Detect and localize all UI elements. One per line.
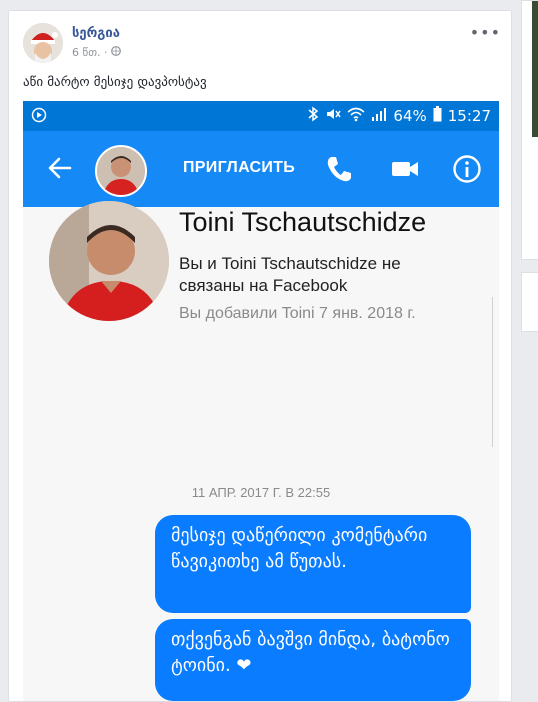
message-bubble[interactable]: თქვენგან ბავშვი მინდა, ბატონო ტოინი. ❤ xyxy=(155,619,471,701)
contact-avatar[interactable] xyxy=(95,145,147,197)
sidebar-thumbnail xyxy=(532,1,538,137)
post-text: აწი მარტო მესიჯე დავპოსტავ xyxy=(23,75,207,90)
messenger-header: ПРИГЛАСИТЬ xyxy=(23,131,499,207)
author-avatar[interactable] xyxy=(23,23,63,63)
clock-time: 15:27 xyxy=(447,107,491,125)
messenger-notification-icon xyxy=(31,107,47,127)
back-arrow-icon[interactable] xyxy=(45,153,75,183)
messenger-screenshot[interactable]: 64% 15:27 ПРИГЛАСИТЬ Toini Tschautschidz… xyxy=(23,101,499,701)
info-icon[interactable] xyxy=(451,153,483,185)
battery-percent: 64% xyxy=(393,107,427,125)
bluetooth-icon xyxy=(307,106,319,126)
mute-icon xyxy=(325,106,342,126)
battery-icon xyxy=(433,106,442,126)
phone-call-icon[interactable] xyxy=(323,153,355,185)
video-call-icon[interactable] xyxy=(389,153,421,185)
profile-photo[interactable] xyxy=(49,201,169,321)
signal-icon xyxy=(371,106,387,126)
author-name[interactable]: სერგია xyxy=(72,26,120,41)
globe-icon xyxy=(111,46,121,59)
post-card: სერგია 6 წთ. · ••• აწი მარტო მესიჯე დავპ… xyxy=(8,10,512,702)
phone-status-bar: 64% 15:27 xyxy=(23,101,499,131)
message-bubble[interactable]: მესიჯე დაწერილი კომენტარი წავიკითხე ამ წ… xyxy=(155,515,471,613)
invite-button[interactable]: ПРИГЛАСИТЬ xyxy=(183,159,295,177)
added-date: Вы добавили Toini 7 янв. 2018 г. xyxy=(179,305,416,322)
sidebar-card-partial xyxy=(521,0,538,260)
contact-name: Toini Tschautschidze xyxy=(179,207,427,237)
status-icons: 64% 15:27 xyxy=(307,106,491,126)
divider xyxy=(492,297,493,447)
dot-separator: · xyxy=(104,46,111,59)
post-time[interactable]: 6 წთ. xyxy=(72,46,101,59)
more-options-icon[interactable]: ••• xyxy=(470,23,501,42)
message-timestamp: 11 АПР. 2017 Г. В 22:55 xyxy=(191,485,331,500)
wifi-icon xyxy=(347,106,365,126)
sidebar-card-partial-2 xyxy=(521,272,538,332)
post-meta: 6 წთ. · xyxy=(72,46,121,59)
connection-status: Вы и Toini Tschautschidze не связаны на … xyxy=(179,254,401,295)
